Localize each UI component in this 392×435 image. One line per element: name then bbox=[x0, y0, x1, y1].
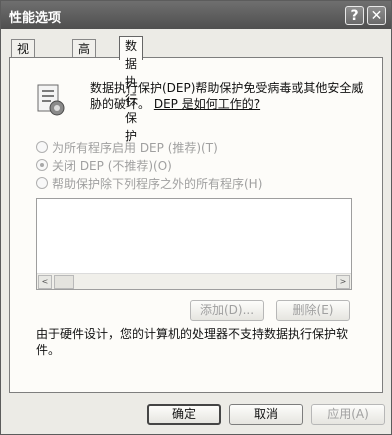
tab-dep[interactable]: 数据执行保护 bbox=[119, 36, 144, 143]
dep-settings-icon bbox=[37, 84, 65, 116]
help-button[interactable]: ? bbox=[345, 6, 364, 25]
apply-button[interactable]: 应用(A) bbox=[311, 404, 385, 425]
scroll-thumb[interactable] bbox=[54, 275, 74, 289]
close-button[interactable]: ✕ bbox=[367, 6, 386, 25]
radio-turn-off[interactable]: 关闭 DEP (不推荐)(O) bbox=[36, 158, 172, 174]
add-button[interactable]: 添加(D)... bbox=[190, 300, 264, 321]
radio-all-except[interactable]: 帮助保护除下列程序之外的所有程序(H) bbox=[36, 176, 262, 192]
horizontal-scrollbar[interactable]: < > bbox=[37, 273, 351, 289]
radio-circle-checked bbox=[36, 159, 48, 171]
hardware-note: 由于硬件设计，您的计算机的处理器不支持数据执行保护软件。 bbox=[36, 327, 349, 357]
radio-circle bbox=[36, 141, 48, 153]
performance-options-dialog: 性能选项 ? ✕ 视觉效果 高级 数据执行保护 数据执行保护(DEP)帮助保护免… bbox=[0, 0, 392, 435]
dep-help-link[interactable]: DEP 是如何工作的? bbox=[154, 97, 260, 111]
title-bar[interactable]: 性能选项 ? ✕ bbox=[1, 1, 391, 29]
dep-panel: 数据执行保护(DEP)帮助保护免受病毒或其他安全威胁的破坏。 DEP 是如何工作… bbox=[9, 57, 383, 393]
window-title: 性能选项 bbox=[9, 11, 62, 26]
program-exception-list[interactable]: < > bbox=[36, 198, 352, 290]
scroll-right-icon[interactable]: > bbox=[336, 275, 350, 289]
tab-advanced[interactable]: 高级 bbox=[72, 39, 97, 74]
cancel-button[interactable]: 取消 bbox=[229, 404, 303, 425]
radio-turn-off-label: 关闭 DEP (不推荐)(O) bbox=[52, 159, 172, 173]
radio-circle bbox=[36, 177, 48, 189]
remove-button[interactable]: 删除(E) bbox=[276, 300, 350, 321]
scroll-left-icon[interactable]: < bbox=[38, 275, 52, 289]
tab-visual-effects[interactable]: 视觉效果 bbox=[11, 39, 36, 110]
ok-button[interactable]: 确定 bbox=[147, 404, 221, 425]
radio-all-except-label: 帮助保护除下列程序之外的所有程序(H) bbox=[52, 177, 263, 191]
